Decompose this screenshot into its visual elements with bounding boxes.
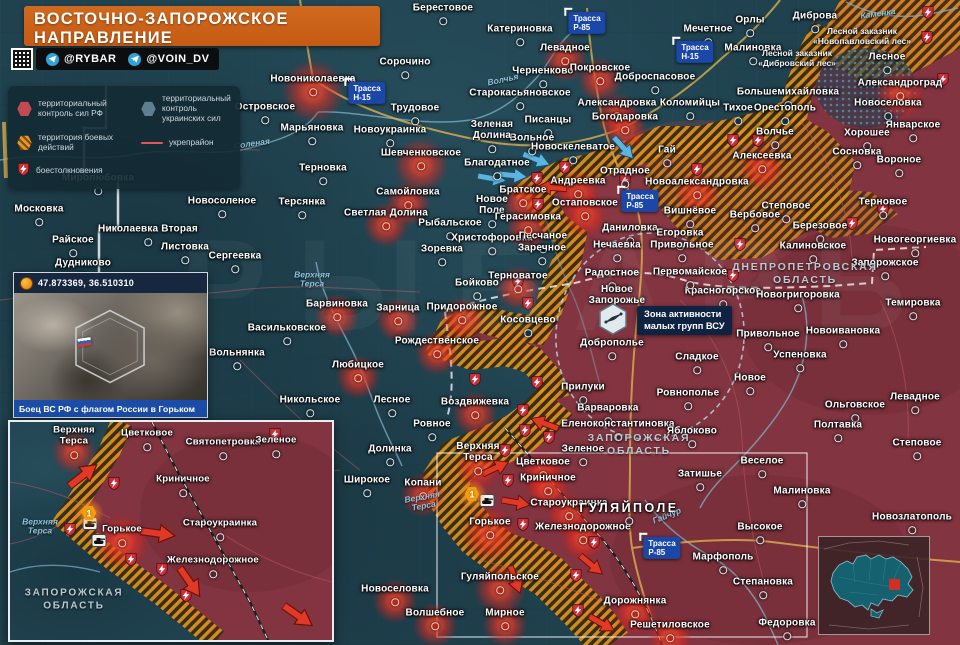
river-label: Волчья: [487, 72, 520, 88]
legend-label: боестолкновения: [36, 166, 103, 176]
map-title: ВОСТОЧНО-ЗАПОРОЖСКОЕ НАПРАВЛЕНИЕ: [34, 10, 370, 48]
town-dot: [219, 452, 227, 460]
town-label: Цветковое: [121, 429, 173, 440]
town-label: Святопетровка: [186, 438, 261, 449]
region-label: ДНЕПРОПЕТРОВСКАЯ ОБЛАСТЬ: [732, 261, 878, 287]
channel-label: @RYBAR: [64, 53, 116, 65]
town-dot: [143, 443, 151, 451]
callout-text: Зона активности малых групп ВСУ: [644, 309, 725, 332]
town-label: Криничное: [156, 475, 210, 486]
legend-combat-zone-icon: [17, 135, 32, 150]
river-label: Каменка: [860, 7, 896, 21]
channel-label: @VOIN_DV: [146, 53, 209, 65]
legend-item-ua-control: территориальный контроль украинских сил: [141, 94, 237, 124]
river-label: Верхняя Терса: [294, 271, 330, 290]
forest-label: Лесной заказник «Дибровский лес»: [758, 48, 836, 68]
town-label: Зеленое: [255, 436, 296, 447]
title-banner: ВОСТОЧНО-ЗАПОРОЖСКОЕ НАПРАВЛЕНИЕ 28 февр…: [24, 6, 380, 46]
legend-panel: территориальный контроль сил РФ территори…: [8, 86, 240, 189]
inset-towns-layer: Верхняя Терса Цветковое СвятопетровкаЗелен…: [10, 422, 332, 640]
legend-label: укрепрайон: [169, 138, 214, 148]
region-label: ЗАПОРОЖСКАЯ ОБЛАСТЬ: [25, 588, 124, 613]
legend-item-fortified-line: укрепрайон: [141, 133, 237, 153]
zoom-inset-map: 1 Верхняя ТерсаЦветковоеСвятопетровкаЗел…: [8, 420, 334, 642]
drone-icon: [596, 302, 630, 341]
russian-flag-icon: [77, 337, 91, 347]
road-sign: Трасса Р-85: [568, 12, 605, 34]
river-label: Верхняя Терса: [22, 518, 58, 537]
river-label: Гайчур: [651, 506, 682, 526]
legend-items: территориальный контроль сил РФ территори…: [17, 94, 231, 181]
ukraine-minimap: [818, 536, 930, 635]
telegram-icon: [128, 53, 141, 66]
town-dot: [70, 451, 78, 459]
legend-label: территориальный контроль украинских сил: [162, 94, 237, 124]
town-label: Горькое: [102, 525, 142, 536]
forest-label: Лесной заказник «Новопавловский лес»: [813, 26, 911, 46]
town-dot: [216, 533, 224, 541]
road-sign: Трасса Н-15: [676, 41, 713, 63]
legend-item-clashes: боестолкновения: [17, 162, 135, 181]
town-label: Староукраинка: [183, 519, 257, 530]
town-dot: [209, 570, 217, 578]
road-sign: Трасса Р-85: [643, 537, 680, 559]
town-dot: [179, 489, 187, 497]
photo-caption: Боец ВС РФ с флагом России в Горьком: [19, 404, 195, 414]
photo-coordinates: 47.873369, 36.510310: [38, 278, 134, 288]
photo-caption-bar: Боец ВС РФ с флагом России в Горьком: [14, 400, 207, 417]
qr-code: [11, 48, 33, 70]
location-pin-icon: [20, 277, 33, 290]
town-dot: [118, 539, 126, 547]
legend-item-rf-control: территориальный контроль сил РФ: [17, 94, 135, 124]
minimap-highlight-marker: [889, 579, 900, 590]
photo-inset: 47.873369, 36.510310 Боец ВС РФ с флагом…: [13, 272, 208, 418]
telegram-badge-rybar: @RYBAR: [46, 53, 116, 66]
river-label: Верхняя Терса: [404, 490, 442, 515]
town-label: Железнодорожное: [167, 556, 259, 567]
war-map: РЫБАРЬ 1 БерестовоеКатериновкаСорочиноЧе…: [0, 0, 960, 645]
photo-coordinates-bar: 47.873369, 36.510310: [14, 273, 207, 293]
ua-activity-callout: Зона активности малых групп ВСУ: [637, 306, 732, 335]
legend-item-combat-zone: территория боевых действий: [17, 133, 135, 153]
town-label: Верхняя Терса: [53, 425, 95, 446]
photo-image: [14, 293, 207, 400]
region-label: ЗАПОРОЖСКАЯ ОБЛАСТЬ: [588, 432, 691, 458]
hexagon-reticle-icon: [14, 293, 207, 400]
legend-ua-control-icon: [141, 101, 156, 116]
legend-rf-control-icon: [17, 101, 32, 116]
road-sign: Трасса Р-85: [621, 190, 658, 212]
town-dot: [272, 450, 280, 458]
legend-fortified-line-icon: [141, 142, 163, 144]
telegram-icon: [46, 53, 59, 66]
legend-clashes-icon: [17, 162, 30, 181]
road-sign: Трасса Н-15: [348, 82, 385, 104]
channels-bar: @RYBAR @VOIN_DV: [36, 48, 219, 70]
legend-label: территория боевых действий: [38, 133, 135, 153]
legend-label: территориальный контроль сил РФ: [38, 99, 135, 119]
telegram-badge-voindv: @VOIN_DV: [128, 53, 209, 66]
